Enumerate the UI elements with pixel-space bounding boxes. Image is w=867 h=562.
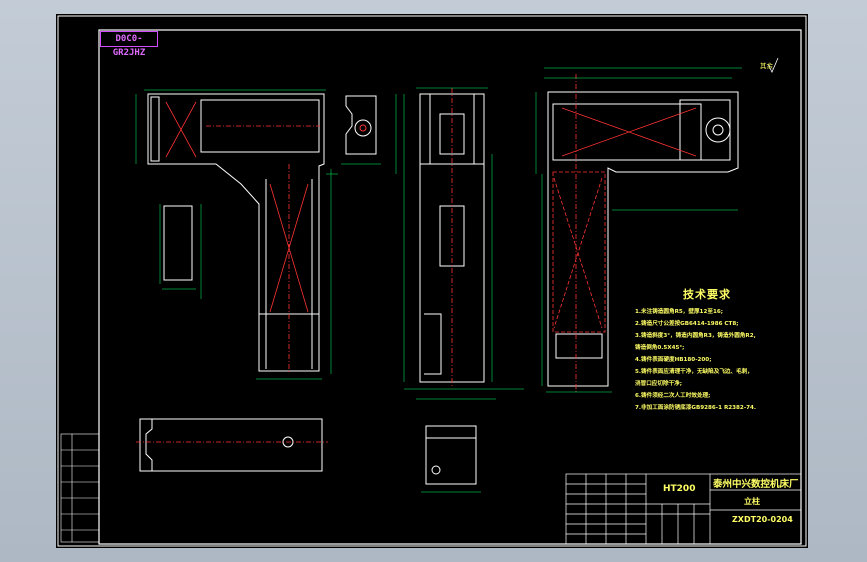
drawing-number: ZXDT20-0204: [732, 515, 793, 524]
drawing-tag: D0C0-GR2JHZ: [100, 31, 158, 58]
requirement-item: 6.铸件须经二次人工时效处理;: [635, 393, 711, 399]
roughness-note: 其余: [760, 62, 773, 70]
requirement-item: 铸造倒角0.5X45°;: [635, 345, 685, 351]
requirements-list: 1.未注铸造圆角R5，壁厚12至16; 2.铸造尺寸公差按GB6414-1986…: [635, 306, 800, 414]
front-view-dimensions: [135, 89, 338, 380]
material-label: HT200: [663, 484, 696, 494]
requirement-item: 1.未注铸造圆角R5，壁厚12至16;: [635, 309, 723, 315]
left-revision-strip: [60, 433, 100, 543]
section-view-a: [159, 204, 202, 299]
company-name: 泰州中兴数控机床厂: [713, 479, 799, 490]
drawing-sheet[interactable]: D0C0-GR2JHZ 其余 技术要求 1.未注铸造圆角R5，壁厚12至16; …: [56, 14, 808, 548]
requirement-item: 5.铸件表面应清理干净，无缺陷及飞边、毛刺，: [635, 369, 753, 375]
bracket-detail: [341, 95, 381, 165]
part-name: 立柱: [744, 497, 760, 506]
fitting-section: [421, 425, 481, 493]
requirement-item: 4.铸件表面硬度HB180-200;: [635, 357, 712, 363]
bottom-base-view: [139, 418, 323, 472]
front-view-column: [147, 93, 325, 372]
drawing-canvas: [57, 15, 807, 547]
requirement-item: 浇冒口应切除干净;: [635, 381, 682, 387]
cad-viewport[interactable]: D0C0-GR2JHZ 其余 技术要求 1.未注铸造圆角R5，壁厚12至16; …: [0, 0, 867, 562]
outer-border: [57, 15, 807, 547]
requirement-item: 2.铸造尺寸公差按GB6414-1986 CT8;: [635, 321, 739, 327]
requirement-item: 3.铸造斜度3°，铸造内圆角R3，铸造外圆角R2,: [635, 333, 756, 339]
requirement-item: 7.非加工面涂防锈底漆GB9286-1 R2382-74.: [635, 405, 757, 411]
requirements-title: 技术要求: [683, 288, 731, 301]
side-view-dimensions: [395, 87, 524, 400]
front-view-centerlines: [165, 101, 320, 374]
